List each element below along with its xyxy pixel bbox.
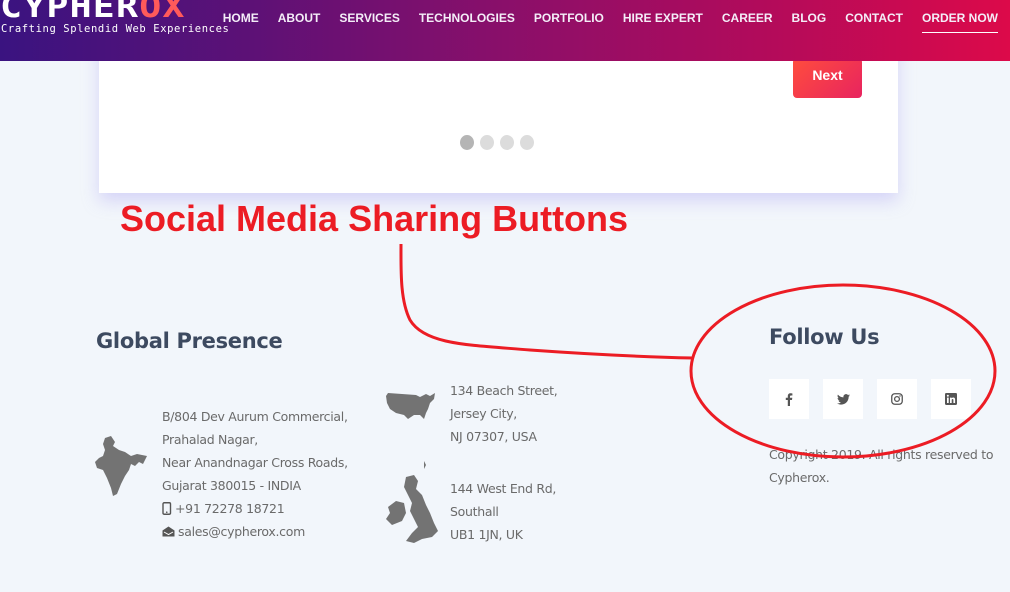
nav-order-now[interactable]: ORDER NOW bbox=[922, 11, 998, 33]
next-button[interactable]: Next bbox=[793, 58, 862, 98]
nav-home[interactable]: HOME bbox=[223, 11, 259, 33]
facebook-icon bbox=[785, 392, 793, 406]
address-line: Jersey City, bbox=[450, 406, 517, 421]
nav-services[interactable]: SERVICES bbox=[339, 11, 399, 33]
nav-technologies[interactable]: TECHNOLOGIES bbox=[419, 11, 515, 33]
usa-map-icon bbox=[386, 393, 435, 419]
logo-text: CYPHER bbox=[0, 0, 140, 25]
office-india-address: B/804 Dev Aurum Commercial, Prahalad Nag… bbox=[162, 405, 348, 543]
nav-blog[interactable]: BLOG bbox=[792, 11, 827, 33]
uk-map-icon bbox=[386, 461, 438, 543]
carousel-dot-2[interactable] bbox=[480, 135, 494, 150]
annotation-label: Social Media Sharing Buttons bbox=[120, 198, 629, 239]
address-line: Gujarat 380015 - INDIA bbox=[162, 478, 301, 493]
twitter-button[interactable] bbox=[823, 379, 863, 419]
envelope-open-icon bbox=[162, 526, 175, 537]
nav-contact[interactable]: CONTACT bbox=[845, 11, 903, 33]
carousel-dot-3[interactable] bbox=[500, 135, 514, 150]
office-uk-address: 144 West End Rd, Southall UB1 1JN, UK bbox=[450, 477, 556, 546]
logo-accent: OX bbox=[139, 0, 186, 25]
testimonial-carousel-card: Next bbox=[99, 40, 898, 193]
facebook-button[interactable] bbox=[769, 379, 809, 419]
linkedin-icon bbox=[945, 393, 957, 405]
email-row: sales@cypherox.com bbox=[162, 520, 348, 543]
twitter-icon bbox=[836, 393, 850, 405]
mobile-phone-icon bbox=[162, 502, 172, 515]
annotation-ellipse bbox=[689, 283, 997, 459]
address-line: 144 West End Rd, bbox=[450, 481, 557, 496]
address-line: Near Anandnagar Cross Roads, bbox=[162, 455, 348, 470]
nav-career[interactable]: CAREER bbox=[722, 11, 773, 33]
nav-hire-expert[interactable]: HIRE EXPERT bbox=[623, 11, 703, 33]
address-line: B/804 Dev Aurum Commercial, bbox=[162, 409, 348, 424]
annotation-arrow-line bbox=[399, 243, 694, 360]
carousel-dot-4[interactable] bbox=[520, 135, 534, 150]
logo[interactable]: CYPHEROX bbox=[0, 0, 186, 23]
instagram-button[interactable] bbox=[877, 379, 917, 419]
address-line: Southall bbox=[450, 504, 499, 519]
address-line: Prahalad Nagar, bbox=[162, 432, 258, 447]
nav-portfolio[interactable]: PORTFOLIO bbox=[534, 11, 604, 33]
address-line: 134 Beach Street, bbox=[450, 383, 558, 398]
logo-tagline: Crafting Splendid Web Experiences bbox=[1, 23, 230, 35]
india-map-icon bbox=[95, 436, 147, 496]
email-address[interactable]: sales@cypherox.com bbox=[178, 520, 305, 543]
linkedin-button[interactable] bbox=[931, 379, 971, 419]
instagram-icon bbox=[891, 393, 903, 405]
nav-about[interactable]: ABOUT bbox=[278, 11, 321, 33]
social-buttons bbox=[769, 379, 971, 419]
phone-number[interactable]: +91 72278 18721 bbox=[175, 497, 285, 520]
follow-us-title: Follow Us bbox=[769, 325, 880, 349]
carousel-dot-1[interactable] bbox=[460, 135, 474, 150]
global-presence-title: Global Presence bbox=[96, 329, 283, 353]
phone-row: +91 72278 18721 bbox=[162, 497, 348, 520]
carousel-pagination bbox=[460, 135, 534, 150]
office-usa-address: 134 Beach Street, Jersey City, NJ 07307,… bbox=[450, 379, 558, 448]
main-nav: HOME ABOUT SERVICES TECHNOLOGIES PORTFOL… bbox=[204, 11, 998, 33]
site-header: CYPHEROX Crafting Splendid Web Experienc… bbox=[0, 0, 1010, 61]
address-line: NJ 07307, USA bbox=[450, 429, 537, 444]
address-line: UB1 1JN, UK bbox=[450, 527, 523, 542]
copyright-text: Copyright 2019. All rights reserved to C… bbox=[769, 447, 994, 485]
